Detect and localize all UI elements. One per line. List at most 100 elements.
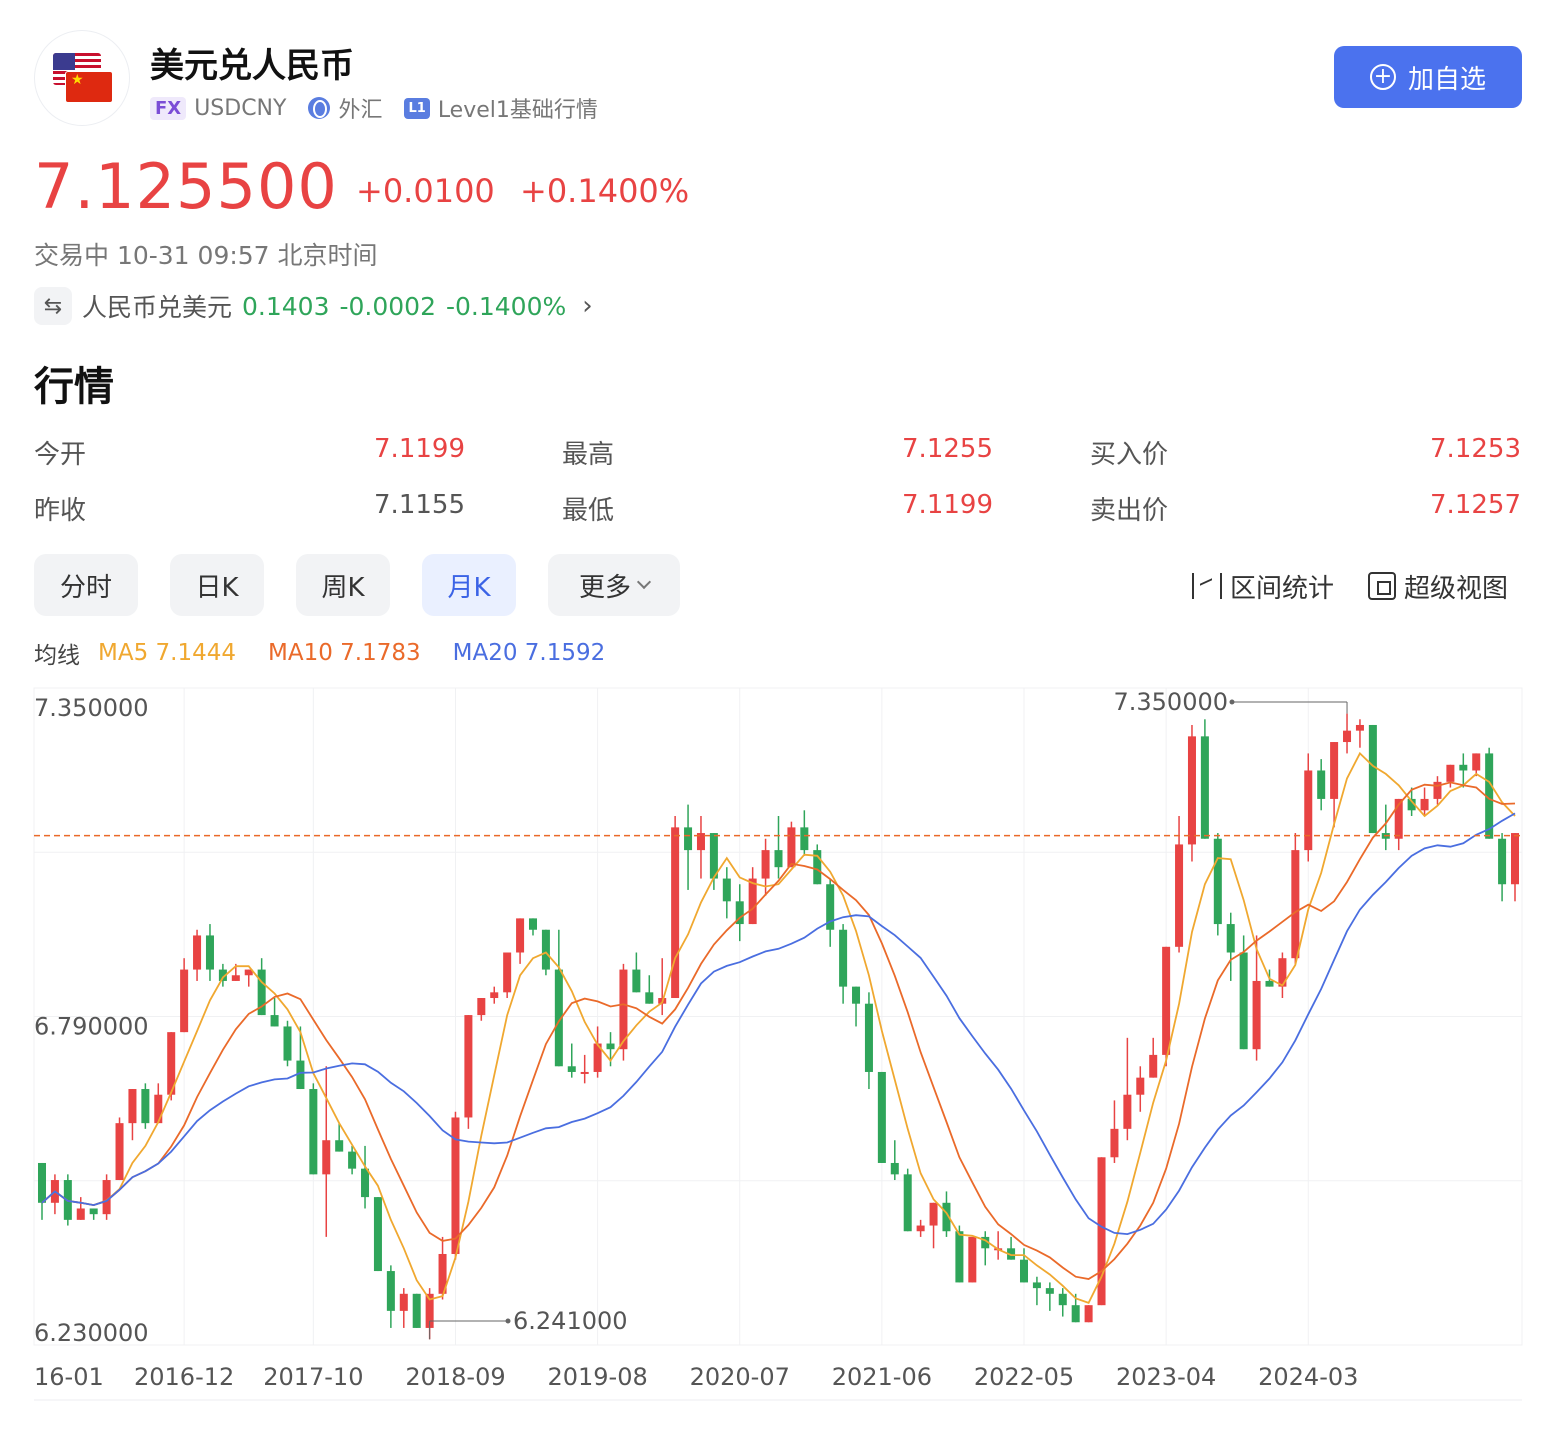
candle-body	[852, 986, 861, 1004]
candle	[37, 1162, 47, 1220]
candle	[1110, 1100, 1119, 1163]
candle-body	[1175, 844, 1184, 947]
candle	[1019, 1248, 1029, 1283]
stat-value-prev-close: 7.1155	[374, 490, 465, 520]
reverse-pair-price: 0.1403	[242, 291, 330, 321]
candle	[1084, 1305, 1093, 1323]
level-text: Level1基础行情	[437, 98, 598, 123]
candle-body	[309, 1089, 318, 1175]
swap-icon: ⇆	[34, 287, 72, 325]
stat-value-open: 7.1199	[374, 434, 465, 464]
range-stats-button[interactable]: 区间统计	[1192, 566, 1334, 606]
tab-intraday[interactable]: 分时	[34, 554, 138, 616]
candle-body	[490, 992, 499, 999]
max-marker-dot	[1229, 699, 1235, 705]
tab-more[interactable]: 更多	[548, 554, 680, 616]
candle-body	[37, 1162, 47, 1203]
ma5-legend: MA5 7.1444	[98, 640, 236, 666]
candle	[684, 804, 693, 890]
candle-body	[464, 1015, 473, 1118]
x-tick-label: 2019-08	[547, 1363, 647, 1391]
candle	[890, 1140, 899, 1181]
candle-body	[1213, 838, 1222, 925]
candle	[903, 1168, 912, 1232]
candle	[916, 1219, 925, 1237]
candle	[1304, 753, 1313, 862]
candle-body	[399, 1293, 408, 1311]
candle	[1485, 747, 1494, 839]
candle	[1343, 713, 1352, 754]
candle-body	[1317, 770, 1326, 799]
candle	[800, 810, 809, 856]
candle-body	[503, 952, 512, 993]
candle	[1472, 753, 1481, 777]
candle-body	[606, 1043, 615, 1050]
candle	[839, 924, 848, 1004]
candle	[877, 1071, 886, 1163]
stat-value-bid: 7.1253	[1430, 434, 1521, 464]
fx-badge-icon: FX	[150, 96, 187, 120]
candle-body	[154, 1094, 163, 1124]
candle	[115, 1117, 124, 1181]
candle	[1187, 724, 1196, 862]
candle	[464, 1015, 473, 1129]
candle	[516, 918, 525, 964]
candle-body	[373, 1197, 382, 1272]
candle-body	[1071, 1305, 1080, 1323]
chevron-right-icon: ›	[582, 291, 593, 321]
candle	[399, 1288, 408, 1328]
candle-body	[916, 1225, 925, 1232]
candle	[244, 969, 253, 987]
candle	[1200, 719, 1209, 839]
candle	[1058, 1288, 1067, 1317]
candle	[309, 1083, 318, 1175]
chevron-down-icon	[636, 574, 652, 590]
candle-body	[1136, 1077, 1145, 1095]
reverse-pair-change: -0.0002	[339, 291, 437, 321]
x-tick-label: 2020-07	[690, 1363, 790, 1391]
candle	[774, 815, 783, 879]
tab-daily-k[interactable]: 日K	[170, 554, 264, 616]
candle	[645, 975, 654, 1004]
candle	[1175, 815, 1184, 953]
candle	[283, 1020, 292, 1067]
stat-label-open: 今开	[34, 440, 87, 470]
x-tick-label: 16-01	[34, 1363, 104, 1391]
candle	[1136, 1066, 1145, 1112]
candle-body	[955, 1231, 964, 1283]
candle-body	[322, 1140, 331, 1175]
candle-body	[1110, 1128, 1119, 1158]
tab-weekly-k[interactable]: 周K	[296, 554, 390, 616]
tab-monthly-k[interactable]: 月K	[422, 554, 516, 616]
stat-value-low: 7.1199	[902, 490, 993, 520]
candle	[89, 1208, 98, 1220]
candle-body	[761, 850, 770, 879]
candle-body	[1498, 838, 1507, 885]
candle-body	[1187, 736, 1196, 845]
candle-body	[774, 850, 783, 868]
add-watchlist-button[interactable]: + 加自选	[1334, 46, 1522, 108]
candle	[787, 821, 796, 868]
y-tick-label: 6.790000	[34, 1012, 149, 1040]
x-tick-label: 2016-12	[134, 1363, 234, 1391]
reverse-pair-link[interactable]: ⇆ 人民币兑美元 0.1403 -0.0002 -0.1400% ›	[34, 286, 593, 326]
candle-body	[1045, 1288, 1054, 1294]
candle	[864, 992, 873, 1090]
candle	[968, 1236, 977, 1283]
candlestick-chart[interactable]: 16-01 2016-12 2017-10 2018-09 2019-08 2020-07…	[0, 680, 1550, 1420]
candle-body	[1343, 730, 1352, 743]
super-view-button[interactable]: 超级视图	[1368, 566, 1508, 606]
tab-more-label: 更多	[578, 572, 631, 603]
candle-body	[800, 827, 809, 851]
candle	[1433, 776, 1442, 805]
stat-label-prev-close: 昨收	[34, 496, 87, 526]
candle	[1149, 1037, 1158, 1078]
price-change-percent: +0.1400%	[520, 172, 690, 210]
candle-body	[1252, 980, 1261, 1050]
section-title: 行情	[34, 364, 114, 410]
candle-body	[645, 992, 654, 1004]
candle	[593, 1026, 602, 1078]
stat-label-high: 最高	[562, 440, 615, 470]
x-tick-label: 2018-09	[405, 1363, 505, 1391]
candle	[1446, 764, 1455, 788]
